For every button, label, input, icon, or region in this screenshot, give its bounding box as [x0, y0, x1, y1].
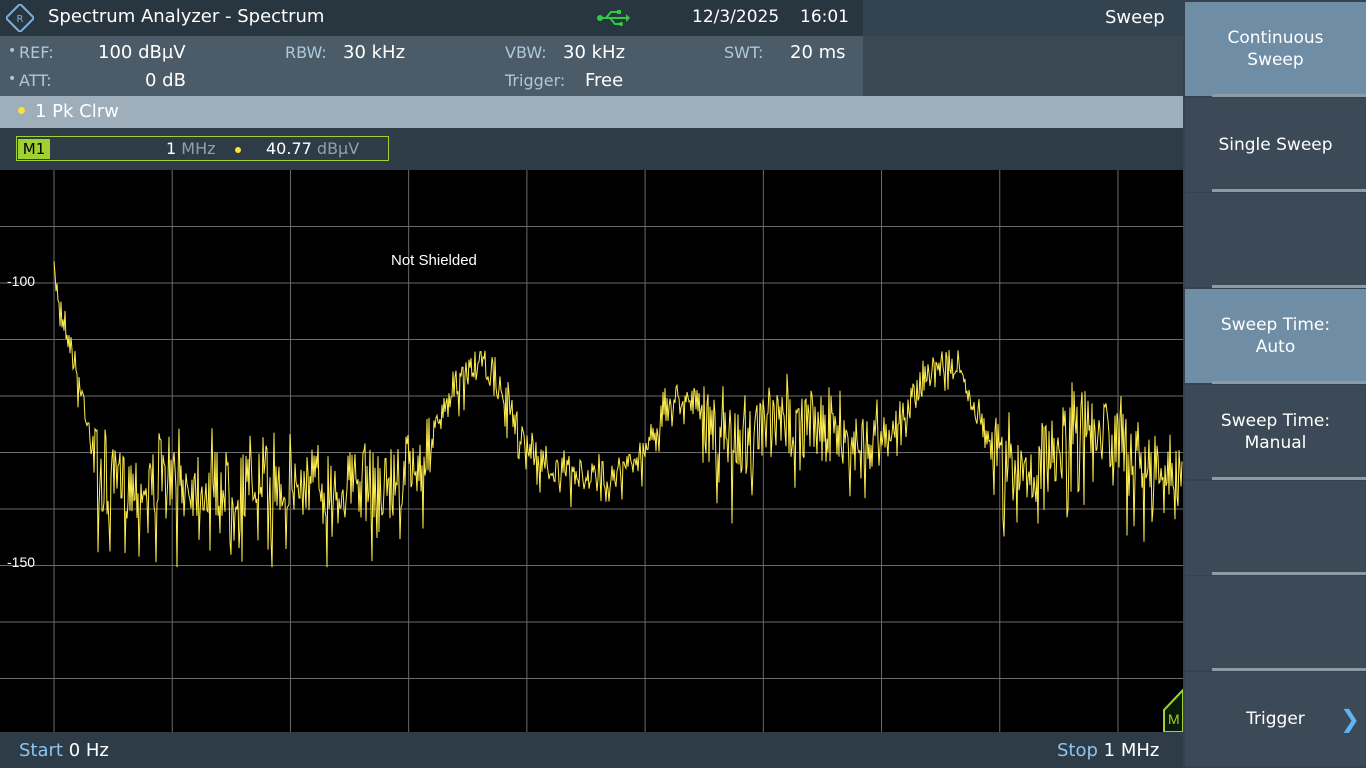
softkey-sweep-time-auto[interactable]: Sweep Time: Auto [1185, 289, 1366, 383]
mode-title: Sweep [1105, 7, 1165, 28]
swt-value[interactable]: 20 ms [790, 42, 846, 63]
marker-level: 40.77 dBµV [266, 139, 359, 158]
softkey-separator [1212, 668, 1366, 671]
marker-frequency-value: 1 [166, 139, 177, 158]
softkey-single-sweep[interactable]: Single Sweep [1185, 98, 1366, 192]
marker-tag: M1 [18, 139, 50, 159]
softkey-empty-6[interactable] [1185, 481, 1366, 575]
softkey-separator [1212, 285, 1366, 288]
settings-panel-right [863, 36, 1183, 96]
stop-frequency[interactable]: Stop 1 MHz [1057, 740, 1159, 761]
chevron-right-icon: ❯ [1340, 705, 1361, 733]
softkey-label: Continuous Sweep [1227, 28, 1324, 70]
rs-logo-icon: R [6, 4, 34, 32]
trace-bar [0, 96, 1183, 128]
softkey-sweep-time-manual[interactable]: Sweep Time: Manual [1185, 385, 1366, 479]
softkey-label: Sweep Time: Manual [1220, 411, 1331, 453]
frequency-bar [0, 732, 1183, 768]
start-value: 0 Hz [68, 740, 109, 761]
softkey-trigger[interactable]: Trigger [1185, 672, 1366, 766]
softkey-separator [1212, 94, 1366, 97]
softkey-label: Trigger [1246, 709, 1305, 729]
att-indicator: • [8, 71, 17, 87]
swt-label: SWT: [724, 43, 764, 62]
marker-level-unit: dBµV [316, 139, 360, 158]
marker-frequency: 1 MHz [166, 139, 216, 158]
ref-label: REF: [19, 43, 54, 62]
trace-color-dot [18, 107, 25, 114]
softkey-separator [1212, 189, 1366, 192]
spectrum-plot[interactable]: Not Shielded -100 -150 M [0, 170, 1183, 732]
y-label-bottom: -150 [7, 554, 35, 570]
vbw-label: VBW: [505, 43, 547, 62]
time-display: 16:01 [800, 7, 849, 27]
y-label-top: -100 [7, 273, 35, 289]
rbw-label: RBW: [285, 43, 327, 62]
softkey-separator [1212, 477, 1366, 480]
softkey-label: Single Sweep [1218, 135, 1333, 155]
trigger-label: Trigger: [505, 71, 566, 90]
vbw-value[interactable]: 30 kHz [563, 42, 625, 63]
marker-frequency-unit: MHz [181, 139, 216, 158]
usb-icon [597, 10, 630, 26]
softkey-label: Sweep Time: Auto [1220, 315, 1331, 357]
app-title: Spectrum Analyzer - Spectrum [48, 6, 325, 27]
stop-value: 1 MHz [1103, 740, 1160, 761]
ref-indicator: • [8, 43, 17, 59]
marker-trace-dot [235, 147, 241, 153]
start-frequency[interactable]: Start 0 Hz [19, 740, 109, 761]
softkey-separator [1212, 572, 1366, 575]
date-display: 12/3/2025 [692, 7, 780, 27]
svg-text:R: R [17, 14, 24, 25]
softkey-empty-3[interactable] [1185, 193, 1366, 287]
marker-level-value: 40.77 [266, 139, 312, 158]
trace-label[interactable]: 1 Pk Clrw [35, 101, 119, 122]
start-label: Start [19, 740, 63, 761]
att-value[interactable]: 0 dB [145, 70, 186, 91]
softkey-continuous-sweep[interactable]: Continuous Sweep [1185, 2, 1366, 96]
att-label: ATT: [19, 71, 52, 90]
plot-annotation: Not Shielded [391, 252, 477, 269]
rbw-value[interactable]: 30 kHz [343, 42, 405, 63]
trigger-value[interactable]: Free [585, 70, 623, 91]
stop-label: Stop [1057, 740, 1098, 761]
softkey-separator [1212, 381, 1366, 384]
svg-text:M: M [1168, 711, 1180, 727]
softkey-empty-7[interactable] [1185, 576, 1366, 670]
ref-value[interactable]: 100 dBµV [98, 42, 186, 63]
